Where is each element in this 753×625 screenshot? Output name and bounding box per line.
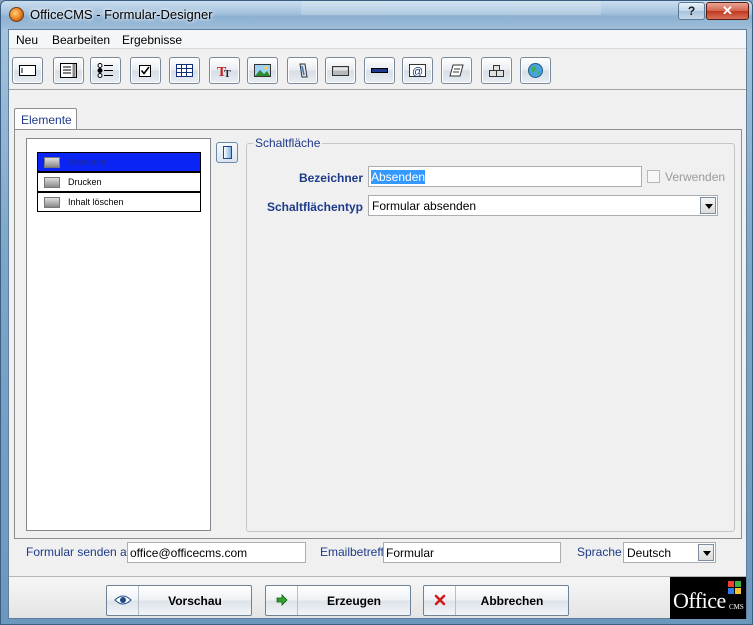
client-area: Neu Bearbeiten Ergebnisse TT @ Elemente … [8, 29, 747, 619]
tab-elemente-label: Elemente [21, 113, 72, 127]
windows-flag-icon [728, 581, 741, 594]
bezeichner-value: Absenden [371, 170, 426, 184]
image-icon [254, 64, 271, 77]
chevron-down-icon[interactable] [698, 544, 714, 561]
cancel-button-label: Abbrechen [480, 594, 544, 608]
toolbar-button-button[interactable] [325, 57, 356, 84]
button-element-icon [44, 157, 60, 168]
logo-subtext: CMS [729, 603, 744, 611]
toolbar-checkbox-button[interactable] [130, 57, 161, 84]
language-select[interactable]: Deutsch [623, 542, 716, 563]
help-button[interactable]: ? [678, 2, 705, 20]
logo-text: Office [673, 588, 726, 613]
email-subject-input[interactable]: Formular [383, 542, 561, 563]
label-icon [449, 64, 464, 77]
cancel-button[interactable]: Abbrechen [423, 585, 569, 616]
menu-neu[interactable]: Neu [16, 33, 38, 47]
menu-bearbeiten[interactable]: Bearbeiten [52, 33, 110, 47]
toolbar-image-button[interactable] [247, 57, 278, 84]
arrow-right-icon [266, 586, 298, 615]
officecms-logo: Office CMS [670, 577, 746, 619]
door-icon [223, 146, 232, 159]
separator-icon [371, 68, 388, 73]
web-icon [528, 63, 543, 78]
title-bar[interactable]: OfficeCMS - Formular-Designer ? ✕ [1, 1, 752, 29]
preview-button[interactable]: Vorschau [106, 585, 252, 616]
schaltflaechentyp-select[interactable]: Formular absenden [368, 195, 718, 216]
toolbar-textfield-button[interactable] [12, 57, 43, 84]
list-item[interactable]: Inhalt löschen [37, 192, 201, 212]
bezeichner-input[interactable]: Absenden [368, 166, 642, 187]
language-value: Deutsch [627, 546, 672, 560]
bezeichner-label: Bezeichner [298, 171, 363, 185]
toolbar-email-button[interactable]: @ [402, 57, 433, 84]
button-icon [332, 66, 349, 76]
toolbar-hidden-field-button[interactable] [481, 57, 512, 84]
send-to-label: Formular senden an [26, 545, 134, 559]
list-item-label: Drucken [68, 177, 102, 187]
table-icon [176, 64, 193, 77]
list-item-label: Absenden [68, 157, 109, 167]
preview-button-label: Vorschau [168, 594, 222, 608]
svg-text:@: @ [412, 66, 423, 78]
generate-button-label: Erzeugen [326, 594, 381, 608]
email-icon: @ [409, 64, 426, 78]
toolbar-text-format-button[interactable]: TT [209, 57, 240, 84]
radio-list-icon [97, 63, 113, 78]
group-title: Schaltfläche [253, 136, 323, 150]
application-window: OfficeCMS - Formular-Designer ? ✕ Neu Be… [0, 0, 753, 625]
menu-bar: Neu Bearbeiten Ergebnisse [9, 30, 746, 49]
toolbar: TT @ [9, 50, 746, 90]
toolbar-web-button[interactable] [520, 57, 551, 84]
toolbar-attachment-button[interactable] [287, 57, 318, 84]
send-to-input[interactable]: office@officecms.com [127, 542, 306, 563]
background-window-ghost [301, 1, 601, 15]
button-element-icon [44, 177, 60, 188]
verwenden-checkbox[interactable] [647, 170, 660, 183]
textarea-icon [60, 63, 77, 78]
elements-list[interactable]: Absenden Drucken Inhalt löschen [26, 138, 211, 531]
window-title: OfficeCMS - Formular-Designer [30, 7, 213, 22]
list-item-label: Inhalt löschen [68, 197, 124, 207]
close-icon [424, 586, 456, 615]
send-to-value: office@officecms.com [130, 546, 248, 560]
eye-icon [107, 586, 139, 615]
app-icon [9, 7, 24, 22]
tab-elemente[interactable]: Elemente [14, 108, 77, 130]
list-item[interactable]: Absenden [37, 152, 201, 172]
svg-text:T: T [224, 69, 231, 79]
text-format-icon: TT [217, 65, 231, 79]
language-label: Sprache [577, 545, 622, 559]
action-bar: Vorschau Erzeugen Abbrechen Office CMS [9, 576, 746, 619]
toolbar-radio-list-button[interactable] [90, 57, 121, 84]
generate-button[interactable]: Erzeugen [265, 585, 411, 616]
attachment-icon [299, 63, 308, 78]
toolbar-separator-button[interactable] [364, 57, 395, 84]
verwenden-label: Verwenden [665, 170, 726, 184]
email-subject-label: Emailbetreff [320, 545, 384, 559]
toolbar-table-button[interactable] [169, 57, 200, 84]
email-subject-value: Formular [386, 546, 435, 560]
elements-panel: Absenden Drucken Inhalt löschen Schaltfl… [14, 129, 742, 539]
menu-ergebnisse[interactable]: Ergebnisse [122, 33, 182, 47]
chevron-down-icon[interactable] [700, 197, 716, 214]
list-item[interactable]: Drucken [37, 172, 201, 192]
schaltflaechentyp-label: Schaltflächentyp [266, 200, 363, 214]
toolbar-label-button[interactable] [441, 57, 472, 84]
textfield-icon [19, 65, 36, 76]
schaltflaechentyp-value: Formular absenden [372, 199, 477, 213]
checkbox-icon [139, 65, 151, 77]
button-properties-group: Schaltfläche Bezeichner Absenden Verwend… [246, 136, 735, 532]
hidden-field-icon [489, 65, 504, 77]
toolbar-textarea-button[interactable] [53, 57, 84, 84]
element-properties-button[interactable] [216, 142, 238, 163]
close-button[interactable]: ✕ [706, 2, 749, 20]
button-element-icon [44, 197, 60, 208]
